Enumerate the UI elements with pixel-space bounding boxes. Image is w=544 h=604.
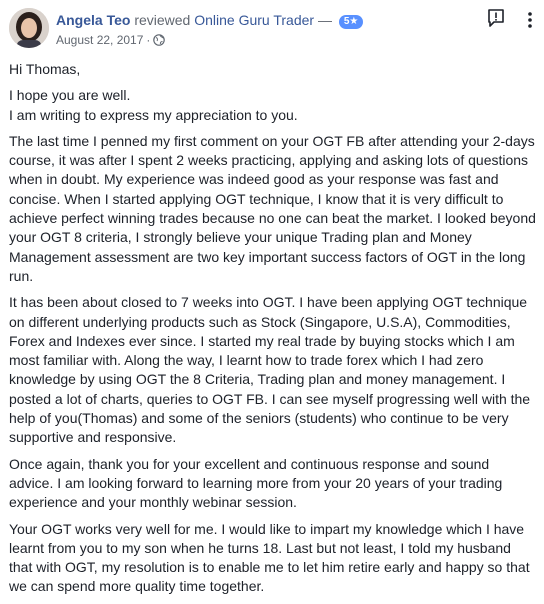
body-line-1: I hope you are well. xyxy=(9,87,131,104)
avatar[interactable] xyxy=(9,8,49,48)
greeting: Hi Thomas, xyxy=(9,61,81,77)
meta-separator: · xyxy=(146,33,151,47)
review-body: Hi Thomas, I hope you are well. I am wri… xyxy=(9,60,537,604)
body-paragraph-2: It has been about closed to 7 weeks into… xyxy=(9,294,531,446)
dash-separator: — xyxy=(317,12,332,28)
page-name[interactable]: Online Guru Trader xyxy=(194,12,314,28)
more-icon[interactable] xyxy=(526,11,534,34)
review-verb: reviewed xyxy=(134,12,191,28)
review-card: Angela Teo reviewed Online Guru Trader —… xyxy=(0,0,544,594)
rating-badge: 5★ xyxy=(338,15,364,29)
body-paragraph-4: Your OGT works very well for me. I would… xyxy=(9,520,530,595)
body-paragraph-3: Once again, thank you for your excellent… xyxy=(9,455,503,511)
post-meta: August 22, 2017 · xyxy=(56,32,166,50)
review-headline: Angela Teo reviewed Online Guru Trader —… xyxy=(56,11,364,29)
author-name[interactable]: Angela Teo xyxy=(56,12,130,28)
post-date[interactable]: August 22, 2017 xyxy=(56,33,143,47)
globe-icon[interactable] xyxy=(153,34,166,50)
review-header: Angela Teo reviewed Online Guru Trader —… xyxy=(9,8,534,52)
body-line-2: I am writing to express my appreciation … xyxy=(9,106,298,123)
report-icon[interactable] xyxy=(486,8,506,33)
body-paragraph-1: The last time I penned my first comment … xyxy=(9,132,536,284)
